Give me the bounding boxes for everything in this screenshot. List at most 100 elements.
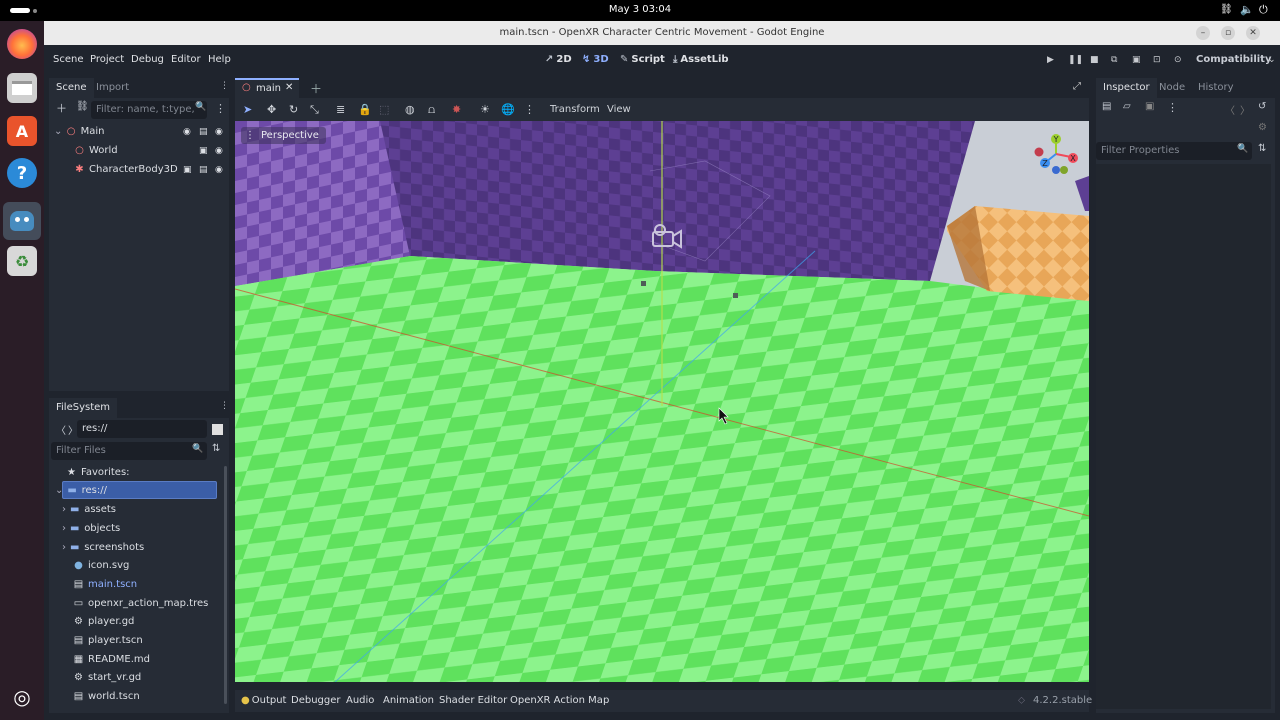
- filter-files-input[interactable]: Filter Files: [51, 442, 207, 460]
- back-icon[interactable]: 〈: [56, 422, 66, 437]
- move-mode-icon[interactable]: ✥: [267, 103, 276, 116]
- history-back-icon[interactable]: 〈: [1225, 102, 1235, 117]
- renderer-dropdown-icon[interactable]: ⌄: [1268, 55, 1276, 65]
- firefox-icon[interactable]: [7, 29, 37, 59]
- tab-openxr-action-map[interactable]: OpenXR Action Map: [510, 695, 609, 706]
- workspace-script-button[interactable]: ✎ Script: [620, 54, 665, 65]
- file-row-icon-svg[interactable]: ● icon.svg: [73, 560, 129, 571]
- signal-icon[interactable]: ◉: [183, 127, 191, 137]
- distraction-free-icon[interactable]: ⤢: [1073, 81, 1081, 92]
- tab-import[interactable]: Import: [89, 78, 136, 98]
- file-row-player-gd[interactable]: ⚙ player.gd: [73, 616, 134, 627]
- play-scene-icon[interactable]: ▣: [1132, 55, 1141, 65]
- open-folder-icon[interactable]: ▱: [1123, 101, 1131, 112]
- file-row-player-tscn[interactable]: ▤ player.tscn: [73, 635, 143, 646]
- more-options-icon[interactable]: ⋮: [524, 103, 535, 116]
- preview-camera-icon[interactable]: ✸: [452, 103, 461, 116]
- clock[interactable]: May 3 03:04: [0, 4, 1280, 15]
- file-row-action-map[interactable]: ▭ openxr_action_map.tres: [73, 598, 209, 609]
- property-options-icon[interactable]: ⇅: [1258, 143, 1266, 154]
- scale-mode-icon[interactable]: ⤡: [310, 103, 319, 117]
- help-icon[interactable]: ?: [7, 158, 37, 188]
- script-attached-icon[interactable]: ▤: [199, 165, 208, 175]
- link-icon[interactable]: ⛓: [76, 101, 89, 112]
- transform-menu[interactable]: Transform: [550, 104, 600, 115]
- tab-node[interactable]: Node: [1152, 78, 1192, 98]
- tab-shader-editor[interactable]: Shader Editor: [439, 695, 507, 706]
- show-apps-icon[interactable]: ◎: [7, 682, 37, 712]
- sort-icon[interactable]: ⇅: [212, 443, 220, 454]
- dock-menu-icon[interactable]: ⋮: [220, 81, 229, 91]
- software-store-icon[interactable]: A: [7, 116, 37, 146]
- volume-icon[interactable]: 🔈: [1240, 3, 1254, 16]
- tab-history[interactable]: History: [1191, 78, 1241, 98]
- filter-properties-input[interactable]: Filter Properties: [1096, 142, 1252, 160]
- view-menu[interactable]: View: [607, 104, 631, 115]
- trash-icon[interactable]: ♻: [7, 246, 37, 276]
- tab-output[interactable]: ● Output: [241, 695, 286, 706]
- menu-help[interactable]: Help: [208, 54, 231, 65]
- remote-debug-icon[interactable]: ⧉: [1111, 55, 1117, 65]
- list-select-icon[interactable]: ≣: [336, 103, 345, 116]
- select-mode-icon[interactable]: ➤: [243, 103, 252, 116]
- file-row-world-tscn[interactable]: ▤ world.tscn: [73, 691, 140, 702]
- tab-debugger[interactable]: Debugger: [291, 695, 341, 706]
- group-icon[interactable]: ⬚: [379, 103, 389, 116]
- tab-filesystem[interactable]: FileSystem: [49, 398, 118, 418]
- local-space-icon[interactable]: ◍: [405, 103, 415, 116]
- perspective-menu[interactable]: ⋮ Perspective: [241, 127, 326, 144]
- add-scene-tab-icon[interactable]: ＋: [310, 80, 322, 97]
- history-forward-icon[interactable]: 〉: [1240, 102, 1250, 117]
- workspace-2d-button[interactable]: ↗ 2D: [545, 54, 572, 65]
- new-resource-icon[interactable]: ▤: [1102, 101, 1111, 112]
- inspector-options-icon[interactable]: ⋮: [1167, 101, 1178, 114]
- maximize-button[interactable]: ▫: [1221, 26, 1235, 40]
- visibility-eye-icon[interactable]: ◉: [215, 127, 223, 137]
- tree-node-main[interactable]: ⌄ ○ Main: [54, 126, 104, 137]
- file-row-start-vr[interactable]: ⚙ start_vr.gd: [73, 672, 141, 683]
- stop-icon[interactable]: ■: [1090, 55, 1099, 65]
- split-view-icon[interactable]: [212, 424, 223, 435]
- res-root-label-row[interactable]: ⌄ ▬ res://: [55, 485, 107, 496]
- renderer-selector[interactable]: Compatibility: [1196, 54, 1271, 65]
- close-window-button[interactable]: ✕: [1246, 26, 1260, 40]
- visibility-eye-icon[interactable]: ◉: [215, 165, 223, 175]
- path-field[interactable]: res://: [77, 420, 207, 438]
- workspace-3d-button[interactable]: ↯ 3D: [582, 54, 609, 65]
- save-icon[interactable]: ▣: [1145, 101, 1154, 112]
- play-icon[interactable]: ▶: [1047, 55, 1054, 65]
- file-row-assets[interactable]: › ▬ assets: [62, 504, 116, 515]
- file-row-screenshots[interactable]: › ▬ screenshots: [62, 542, 144, 553]
- snap-icon[interactable]: ⩍: [428, 103, 435, 117]
- tab-animation[interactable]: Animation: [383, 695, 434, 706]
- scene-tab-main[interactable]: ○ main ✕: [235, 78, 299, 98]
- object-history-icon[interactable]: ↺: [1258, 101, 1266, 112]
- movie-maker-icon[interactable]: ⊙: [1174, 55, 1182, 65]
- files-icon[interactable]: [7, 73, 37, 103]
- tab-inspector[interactable]: Inspector: [1096, 78, 1157, 98]
- script-attached-icon[interactable]: ▤: [199, 127, 208, 137]
- window-title-bar[interactable]: main.tscn - OpenXR Character Centric Mov…: [44, 21, 1280, 45]
- pause-icon[interactable]: ❚❚: [1068, 55, 1083, 65]
- object-tools-icon[interactable]: ⚙: [1258, 122, 1267, 133]
- rotate-mode-icon[interactable]: ↻: [289, 103, 298, 116]
- 3d-viewport[interactable]: Y X Z ⋮ Perspective: [235, 121, 1089, 682]
- sun-icon[interactable]: ☀: [480, 103, 490, 116]
- add-node-icon[interactable]: ＋: [56, 100, 67, 116]
- play-custom-scene-icon[interactable]: ⊡: [1153, 55, 1161, 65]
- filesystem-scrollbar[interactable]: [224, 466, 227, 704]
- network-icon[interactable]: ⛓: [1220, 4, 1233, 15]
- file-row-objects[interactable]: › ▬ objects: [62, 523, 120, 534]
- favorites-row[interactable]: ★ Favorites:: [66, 467, 130, 478]
- dock-menu-icon[interactable]: ⋮: [220, 401, 229, 411]
- minimize-button[interactable]: –: [1196, 26, 1210, 40]
- file-row-readme[interactable]: ▦ README.md: [73, 654, 150, 665]
- workspace-assetlib-button[interactable]: ⤓ AssetLib: [673, 54, 729, 65]
- menu-project[interactable]: Project: [90, 54, 124, 65]
- menu-scene[interactable]: Scene: [53, 54, 84, 65]
- visibility-eye-icon[interactable]: ◉: [215, 146, 223, 156]
- scene-options-icon[interactable]: ⋮: [215, 102, 226, 115]
- instance-icon[interactable]: ▣: [199, 146, 208, 156]
- tab-scene[interactable]: Scene: [49, 78, 94, 98]
- menu-debug[interactable]: Debug: [131, 54, 164, 65]
